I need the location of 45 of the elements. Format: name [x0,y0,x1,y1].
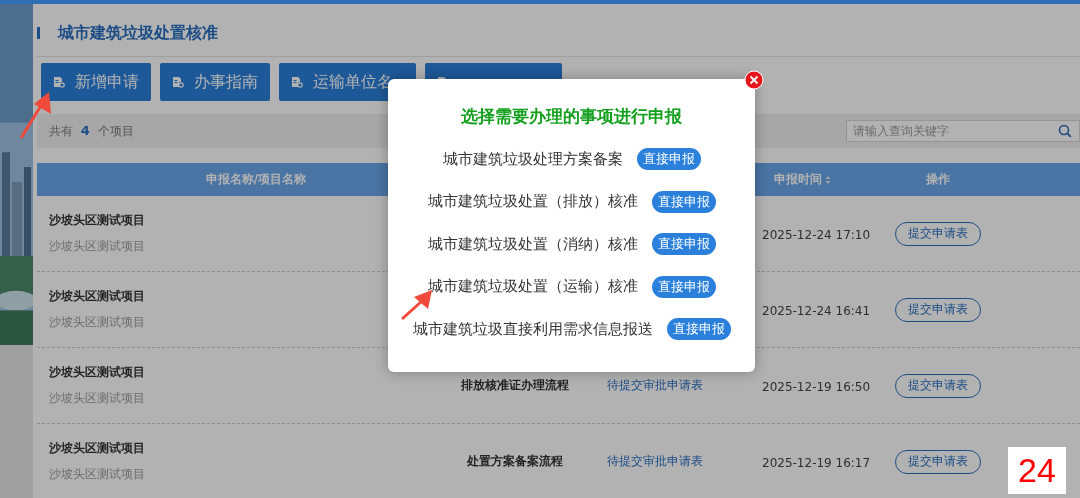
submit-form-button[interactable]: 提交申请表 [894,373,981,398]
matter-label: 城市建筑垃圾处置（消纳）核准 [427,234,638,254]
apply-button[interactable]: 直接申报 [651,233,716,256]
project-name: 沙坡头区测试项目 [49,364,145,381]
close-icon[interactable] [744,70,764,90]
project-name: 沙坡头区测试项目 [49,288,145,305]
apply-button[interactable]: 直接申报 [651,190,716,213]
matter-label: 城市建筑垃圾处理方案备案 [442,149,623,169]
project-subtitle: 沙坡头区测试项目 [49,238,145,255]
project-subtitle: 沙坡头区测试项目 [49,390,145,407]
project-name: 沙坡头区测试项目 [49,440,145,457]
document-icon [291,76,303,88]
matter-label: 城市建筑垃圾处置（排放）核准 [427,192,638,212]
submit-time: 2025-12-24 16:41 [762,304,871,318]
submit-form-button[interactable]: 提交申请表 [894,449,981,474]
search-field[interactable]: 请输入查询关键字 [846,120,1080,142]
project-subtitle: 沙坡头区测试项目 [49,314,145,331]
project-subtitle: 沙坡头区测试项目 [49,466,145,483]
matter-label: 城市建筑垃圾直接利用需求信息报送 [412,319,653,339]
submit-time: 2025-12-24 17:10 [762,228,871,242]
submit-time: 2025-12-19 16:50 [762,380,871,394]
page-title: 城市建筑垃圾处置核准 [58,22,218,44]
status-link[interactable]: 待提交审批申请表 [607,377,703,394]
toolbar-button[interactable]: 办事指南 [160,63,270,101]
process-name: 排放核准证办理流程 [461,377,569,394]
apply-button[interactable]: 直接申报 [651,275,716,298]
column-header: 操作 [926,171,950,188]
column-header: 申报时间 [774,171,822,188]
column-header: 申报名称/项目名称 [205,171,307,188]
document-icon [53,76,65,88]
step-number: 24 [1008,447,1066,494]
dialog-title: 选择需要办理的事项进行申报 [461,105,682,128]
apply-button[interactable]: 直接申报 [636,148,701,171]
process-name: 处置方案备案流程 [467,453,563,470]
apply-button[interactable]: 直接申报 [666,318,731,341]
status-link[interactable]: 待提交审批申请表 [607,453,703,470]
submit-form-button[interactable]: 提交申请表 [894,297,981,322]
item-count: 共有 4 个项目 [49,122,134,140]
submit-time: 2025-12-19 16:17 [762,456,871,470]
toolbar-button[interactable]: 新增申请 [41,63,151,101]
document-icon [172,76,184,88]
project-name: 沙坡头区测试项目 [49,212,145,229]
submit-form-button[interactable]: 提交申请表 [894,221,981,246]
search-icon[interactable] [1058,124,1072,138]
matter-label: 城市建筑垃圾处置（运输）核准 [427,277,638,297]
